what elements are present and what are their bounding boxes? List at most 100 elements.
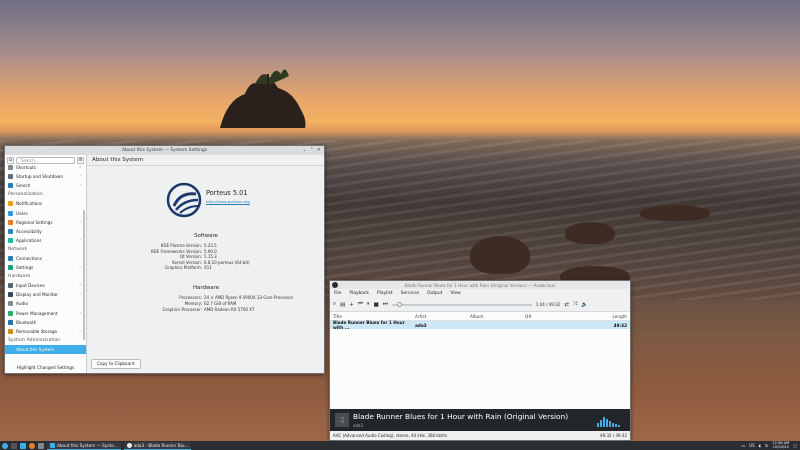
menu-playlist[interactable]: Playlist xyxy=(377,291,393,296)
applications-icon xyxy=(8,237,13,243)
sidebar-item-label: Connections xyxy=(16,255,42,261)
sidebar-item-display-and-monitor[interactable]: Display and Monitor › xyxy=(5,290,86,299)
playlist-row[interactable]: Blade Runner Blues for 1 Hour with ... a… xyxy=(330,320,630,330)
terminal-icon[interactable] xyxy=(11,442,17,449)
sidebar-item-notifications[interactable]: Notifications xyxy=(5,199,86,208)
sidebar-scrollbar[interactable] xyxy=(83,210,85,340)
chevron-right-icon: › xyxy=(79,292,81,298)
track-title: Blade Runner Blues for 1 Hour with ... xyxy=(333,320,405,330)
hardware-row-label: Memory: xyxy=(184,301,202,306)
settings-titlebar[interactable]: About this System — System Settings ⌄ ⌃ … xyxy=(5,146,324,155)
chevron-right-icon: › xyxy=(79,165,81,171)
taskbar: About this System — Syste... ada3 - Blad… xyxy=(0,441,800,450)
volume-icon[interactable]: 🔈 xyxy=(581,302,588,308)
accessibility-icon xyxy=(8,228,13,234)
settings-launcher-icon[interactable] xyxy=(38,442,44,449)
hardware-row-value: 62.7 GiB of RAM xyxy=(204,301,237,306)
sidebar-item-startup-and-shutdown[interactable]: Startup and Shutdown › xyxy=(5,172,86,181)
os-url-link[interactable]: http://www.porteus.org xyxy=(206,199,250,204)
browser-icon[interactable] xyxy=(29,442,35,449)
sidebar-item-bluetooth[interactable]: Bluetooth xyxy=(5,318,86,327)
network-settings-icon xyxy=(8,265,13,271)
minimize-icon[interactable]: ⌄ xyxy=(302,147,306,153)
visualizer xyxy=(597,417,620,427)
sidebar-list: Shortcuts › Startup and Shutdown › Search › Pe… xyxy=(5,163,86,354)
info-icon xyxy=(8,346,13,352)
player-toolbar: ⌕ ▤ + ⏮ ⏸ ■ ⏭ 1:44 / 49:32 ⇄ ⤨ 🔈 xyxy=(330,298,630,312)
now-playing-artist: ada3 xyxy=(353,423,363,428)
menu-file[interactable]: File xyxy=(334,291,341,296)
sidebar-item-label: About this System xyxy=(16,346,55,352)
task-settings-label: About this System — Syste... xyxy=(57,442,118,448)
sidebar-item-users[interactable]: Users xyxy=(5,208,86,217)
menu-services[interactable]: Services xyxy=(401,291,420,296)
sidebar-item-search[interactable]: Search › xyxy=(5,181,86,190)
clock[interactable]: 12:58 AM 10/24/24 xyxy=(772,441,789,449)
hardware-row-label: Graphics Processor: xyxy=(162,307,202,312)
column-length[interactable]: Length xyxy=(555,314,630,319)
sidebar-item-settings[interactable]: Settings › xyxy=(5,263,86,272)
software-row-label: KDE Frameworks Version: xyxy=(150,248,202,254)
task-audacious[interactable]: ada3 - Blade Runner Blu... xyxy=(123,441,192,450)
column-queue[interactable]: Q# xyxy=(525,314,555,319)
chevron-right-icon: › xyxy=(79,328,81,334)
copy-to-clipboard-button[interactable]: Copy to Clipboard xyxy=(91,359,141,369)
sidebar-item-regional-settings[interactable]: Regional Settings › xyxy=(5,218,86,227)
keyboard-layout[interactable]: US xyxy=(749,443,754,448)
usb-icon xyxy=(8,328,13,334)
file-manager-icon[interactable] xyxy=(20,442,26,449)
sidebar-item-audio[interactable]: Audio xyxy=(5,299,86,308)
sidebar-item-accessibility[interactable]: Accessibility xyxy=(5,227,86,236)
next-icon[interactable]: ⏭ xyxy=(383,301,388,308)
menu-view[interactable]: View xyxy=(450,291,460,296)
network-tray-icon[interactable]: ⇅ xyxy=(765,443,768,448)
pause-icon[interactable]: ⏸ xyxy=(367,301,370,308)
software-row-label: Kernel Version: xyxy=(172,259,202,265)
sidebar-item-connections[interactable]: Connections xyxy=(5,254,86,263)
sidebar-item-power-management[interactable]: Power Management › xyxy=(5,309,86,318)
close-icon[interactable]: ✕ xyxy=(317,147,321,153)
search-icon[interactable]: ⌕ xyxy=(333,301,336,308)
chevron-right-icon: › xyxy=(79,219,81,225)
column-artist[interactable]: Artist xyxy=(415,314,470,319)
sidebar-item-removable-storage[interactable]: Removable Storage › xyxy=(5,327,86,336)
sidebar-item-input-devices[interactable]: Input Devices › xyxy=(5,281,86,290)
column-album[interactable]: Album xyxy=(470,314,525,319)
menu-output[interactable]: Output xyxy=(427,291,442,296)
software-row-label: Qt Version: xyxy=(179,254,202,260)
maximize-icon[interactable]: ⌃ xyxy=(310,147,314,153)
stop-icon[interactable]: ■ xyxy=(374,302,379,308)
sidebar-item-label: Power Management xyxy=(16,310,58,316)
add-files-icon[interactable]: + xyxy=(349,302,354,308)
sidebar-item-applications[interactable]: Applications › xyxy=(5,236,86,245)
task-settings[interactable]: About this System — Syste... xyxy=(47,441,121,450)
sidebar-item-label: Input Devices xyxy=(16,283,45,289)
volume-tray-icon[interactable]: ◖ xyxy=(759,443,761,448)
repeat-icon[interactable]: ⇄ xyxy=(564,302,569,308)
previous-icon[interactable]: ⏮ xyxy=(358,301,363,308)
player-window-title: Blade Runner Blues for 1 Hour with Rain … xyxy=(404,282,556,288)
hardware-row: Memory: 62.7 GiB of RAM xyxy=(88,301,324,306)
settings-icon xyxy=(50,442,55,448)
clipboard-icon[interactable]: ▭ xyxy=(741,443,745,448)
hardware-row-value: 24 × AMD Ryzen 9 5900X 12-Core Processor xyxy=(204,295,294,300)
sidebar-category: System Administration xyxy=(8,337,61,343)
seek-knob[interactable] xyxy=(396,301,402,307)
open-files-icon[interactable]: ▤ xyxy=(340,302,345,308)
total-length: 49:32 / 49:32 xyxy=(600,433,627,438)
menu-playback[interactable]: Playback xyxy=(349,291,369,296)
sidebar-item-shortcuts[interactable]: Shortcuts › xyxy=(5,163,86,172)
bell-icon xyxy=(8,201,13,207)
show-desktop-icon[interactable]: ▢ xyxy=(793,443,797,448)
monitor-icon xyxy=(8,292,13,298)
highlight-changed-settings-button[interactable]: Highlight Changed Settings xyxy=(5,365,86,370)
app-launcher-icon[interactable] xyxy=(2,442,8,449)
player-titlebar[interactable]: Blade Runner Blues for 1 Hour with Rain … xyxy=(330,281,630,289)
codec-info: AAC (Advanced Audio Coding), stereo, 44 … xyxy=(333,433,448,438)
seek-slider[interactable] xyxy=(391,301,532,307)
album-art-icon: ♫ xyxy=(335,413,349,427)
sidebar-item-about-this-system[interactable]: About this System xyxy=(5,344,86,354)
column-title[interactable]: Title xyxy=(330,314,415,319)
shuffle-icon[interactable]: ⤨ xyxy=(573,301,577,308)
settings-sidebar: ⌂ Search... ≡ Shortcuts › Startup and Shut… xyxy=(5,155,87,373)
